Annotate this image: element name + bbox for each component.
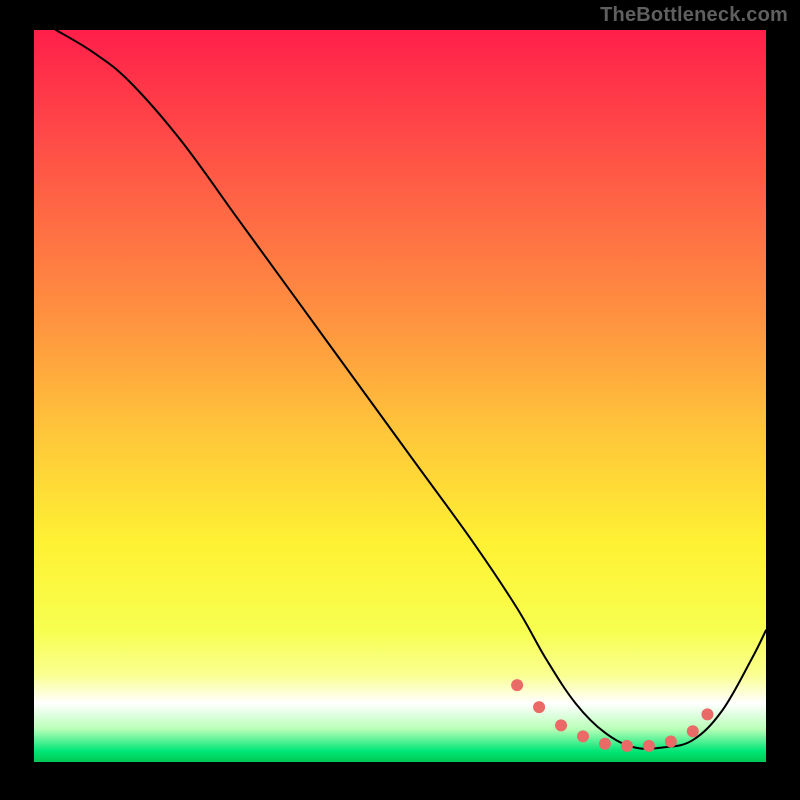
bead-point: [533, 701, 545, 713]
gradient-bg: [34, 30, 766, 762]
bead-point: [621, 740, 633, 752]
bead-point: [701, 708, 713, 720]
bead-point: [555, 719, 567, 731]
chart-stage: TheBottleneck.com: [0, 0, 800, 800]
bead-point: [511, 679, 523, 691]
chart-svg: [34, 30, 766, 762]
bead-point: [643, 740, 655, 752]
plot-area: [34, 30, 766, 762]
bead-point: [577, 730, 589, 742]
bead-point: [599, 738, 611, 750]
bead-point: [665, 736, 677, 748]
watermark-text: TheBottleneck.com: [600, 4, 788, 27]
bead-point: [687, 725, 699, 737]
